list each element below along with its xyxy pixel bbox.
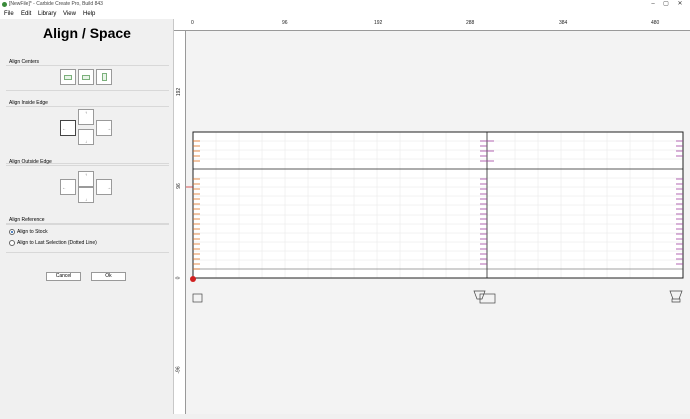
origin-marker bbox=[190, 276, 196, 282]
view-cube-right-icon[interactable] bbox=[669, 290, 683, 303]
menu-help[interactable]: Help bbox=[83, 9, 95, 19]
align-inside-bottom-button[interactable]: ↓ bbox=[78, 129, 94, 145]
window-title: [NewFile]* - Carbide Create Pro, Build 8… bbox=[9, 1, 103, 7]
menu-file[interactable]: File bbox=[4, 9, 14, 19]
align-center-vertical-button[interactable] bbox=[96, 69, 112, 85]
ruler-top-label: 480 bbox=[651, 20, 660, 26]
align-space-panel: Align / Space Align Centers Align Inside… bbox=[0, 19, 174, 414]
cancel-button[interactable]: Cancel bbox=[46, 272, 81, 281]
title-bar: [NewFile]* - Carbide Create Pro, Build 8… bbox=[0, 0, 690, 9]
menu-edit[interactable]: Edit bbox=[21, 9, 31, 19]
ruler-left-label: 96 bbox=[175, 183, 182, 189]
vertical-ruler: 192 96 0 -96 bbox=[174, 31, 186, 414]
align-outside-bottom-button[interactable]: ↓ bbox=[78, 187, 94, 203]
align-center-horizontal-button[interactable] bbox=[60, 69, 76, 85]
panel-title: Align / Space bbox=[43, 25, 131, 41]
view-cube-left-icon[interactable] bbox=[192, 293, 203, 303]
align-reference-group bbox=[6, 223, 169, 253]
ruler-top-label: 96 bbox=[282, 20, 288, 26]
align-to-stock-radio[interactable] bbox=[9, 229, 15, 235]
app-icon bbox=[2, 2, 7, 7]
align-inside-top-button[interactable]: ↑ bbox=[78, 109, 94, 125]
align-outside-left-button[interactable]: ← bbox=[60, 179, 76, 195]
menu-view[interactable]: View bbox=[63, 9, 76, 19]
ruler-left-label: 192 bbox=[176, 87, 183, 97]
horizontal-ruler: 0 96 192 288 384 480 bbox=[174, 19, 690, 31]
align-to-stock-label: Align to Stock bbox=[17, 229, 48, 235]
menu-bar: File Edit Library View Help bbox=[0, 9, 690, 19]
ruler-left-label: 0 bbox=[175, 276, 182, 280]
align-to-last-selection-label: Align to Last Selection (Dotted Line) bbox=[17, 240, 97, 246]
maximize-button[interactable]: ▢ bbox=[661, 0, 671, 9]
menu-library[interactable]: Library bbox=[38, 9, 56, 19]
ruler-top-label: 288 bbox=[466, 20, 475, 26]
align-inside-left-button[interactable]: ← bbox=[60, 120, 76, 136]
view-cube-middle-icon[interactable] bbox=[473, 290, 486, 300]
view-cube-icons bbox=[192, 290, 683, 304]
canvas-drawing bbox=[174, 131, 684, 304]
align-inside-right-button[interactable]: → bbox=[96, 120, 112, 136]
align-outside-top-button[interactable]: ↑ bbox=[78, 171, 94, 187]
ok-button[interactable]: Ok bbox=[91, 272, 126, 281]
ruler-top-label: 0 bbox=[191, 20, 194, 26]
ruler-top-label: 384 bbox=[559, 20, 568, 26]
align-center-both-button[interactable] bbox=[78, 69, 94, 85]
align-to-last-selection-radio[interactable] bbox=[9, 240, 15, 246]
ruler-top-label: 192 bbox=[374, 20, 383, 26]
close-button[interactable]: ✕ bbox=[675, 0, 685, 9]
design-canvas[interactable] bbox=[174, 31, 690, 414]
ruler-left-label: -96 bbox=[175, 366, 182, 374]
minimize-button[interactable]: – bbox=[648, 0, 658, 9]
align-outside-right-button[interactable]: → bbox=[96, 179, 112, 195]
